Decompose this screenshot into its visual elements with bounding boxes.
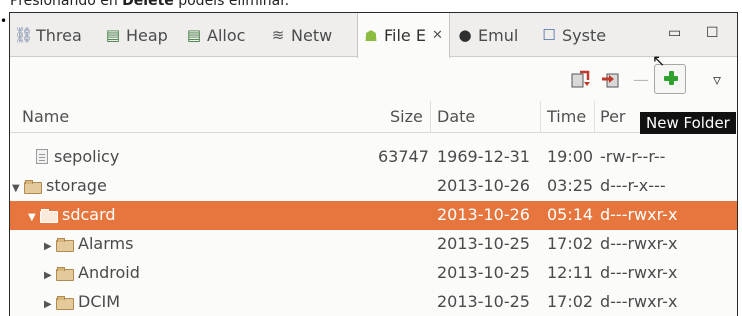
- plus-icon: [663, 70, 679, 86]
- table-row[interactable]: ▶ DCIM 2013-10-25 17:02 d---rwxr-x: [10, 288, 737, 316]
- folder-icon: [56, 296, 74, 310]
- emulator-icon: ●: [458, 26, 472, 44]
- push-file-icon: [602, 73, 619, 88]
- toolbar: — ▿: [10, 58, 737, 100]
- collapsed-arrow-icon[interactable]: ▶: [44, 270, 56, 281]
- bullet-icon: •: [0, 14, 8, 28]
- expanded-arrow-icon[interactable]: ▼: [12, 183, 24, 194]
- new-folder-tooltip: New Folder: [640, 112, 736, 134]
- column-divider[interactable]: [540, 101, 541, 133]
- folder-icon: [24, 180, 42, 194]
- collapsed-arrow-icon[interactable]: ▶: [44, 299, 56, 310]
- tab-emulator[interactable]: ● Emul: [456, 13, 518, 57]
- delete-button[interactable]: —: [630, 68, 652, 90]
- table-header: Name Size Date Time Per: [10, 101, 737, 133]
- file-icon: [36, 149, 48, 164]
- pull-file-icon: [571, 70, 590, 88]
- allocation-icon: ▤: [186, 26, 202, 44]
- file-explorer-window: ⛓ Threa ▤ Heap ▤ Alloc ≋ Netw ☗ File E ✕…: [9, 12, 738, 316]
- system-info-icon: ☐: [542, 26, 556, 44]
- table-row-selected[interactable]: ▼ sdcard 2013-10-26 05:14 d---rwxr-x: [10, 201, 737, 230]
- maximize-icon[interactable]: ☐: [706, 25, 719, 41]
- push-file-button[interactable]: [599, 68, 621, 90]
- tab-threads[interactable]: ⛓ Threa: [14, 13, 82, 57]
- mouse-cursor-icon: ↖: [652, 51, 666, 70]
- folder-icon: [40, 209, 58, 223]
- tab-network[interactable]: ≋ Netw: [269, 13, 332, 57]
- column-time[interactable]: Time: [547, 107, 586, 126]
- caption-text: Presionando en Delete podéis eliminar.: [10, 0, 290, 9]
- tab-heap[interactable]: ▤ Heap: [104, 13, 168, 57]
- table-row[interactable]: sepolicy 63747 1969-12-31 19:00 -rw-r--r…: [10, 143, 737, 172]
- column-size[interactable]: Size: [390, 107, 423, 126]
- expanded-arrow-icon[interactable]: ▼: [28, 212, 40, 223]
- table-row[interactable]: ▶ Android 2013-10-25 12:11 d---rwxr-x: [10, 259, 737, 288]
- network-icon: ≋: [271, 26, 285, 44]
- android-icon: ☗: [364, 26, 378, 45]
- partial-row: — — — —: [42, 131, 112, 137]
- close-tab-icon[interactable]: ✕: [432, 28, 443, 43]
- column-divider[interactable]: [430, 101, 431, 133]
- folder-icon: [56, 238, 74, 252]
- column-permissions[interactable]: Per: [600, 107, 626, 126]
- pull-file-button[interactable]: [570, 68, 592, 90]
- tab-allocation[interactable]: ▤ Alloc: [185, 13, 246, 57]
- column-date[interactable]: Date: [437, 107, 475, 126]
- view-menu-icon[interactable]: ▿: [706, 68, 728, 90]
- table-row[interactable]: ▶ Alarms 2013-10-25 17:02 d---rwxr-x: [10, 230, 737, 259]
- minimize-icon[interactable]: ▭: [668, 25, 681, 41]
- threads-icon: ⛓: [14, 26, 34, 44]
- tab-system-info[interactable]: ☐ Syste: [540, 13, 606, 57]
- tab-file-explorer[interactable]: ☗ File E ✕: [357, 13, 450, 58]
- column-divider[interactable]: [594, 101, 595, 133]
- column-name[interactable]: Name: [22, 107, 69, 126]
- heap-icon: ▤: [105, 26, 121, 44]
- tab-strip: ⛓ Threa ▤ Heap ▤ Alloc ≋ Netw ☗ File E ✕…: [10, 13, 737, 58]
- collapsed-arrow-icon[interactable]: ▶: [44, 241, 56, 252]
- table-row[interactable]: ▼ storage 2013-10-26 03:25 d---r-x---: [10, 172, 737, 201]
- folder-icon: [56, 267, 74, 281]
